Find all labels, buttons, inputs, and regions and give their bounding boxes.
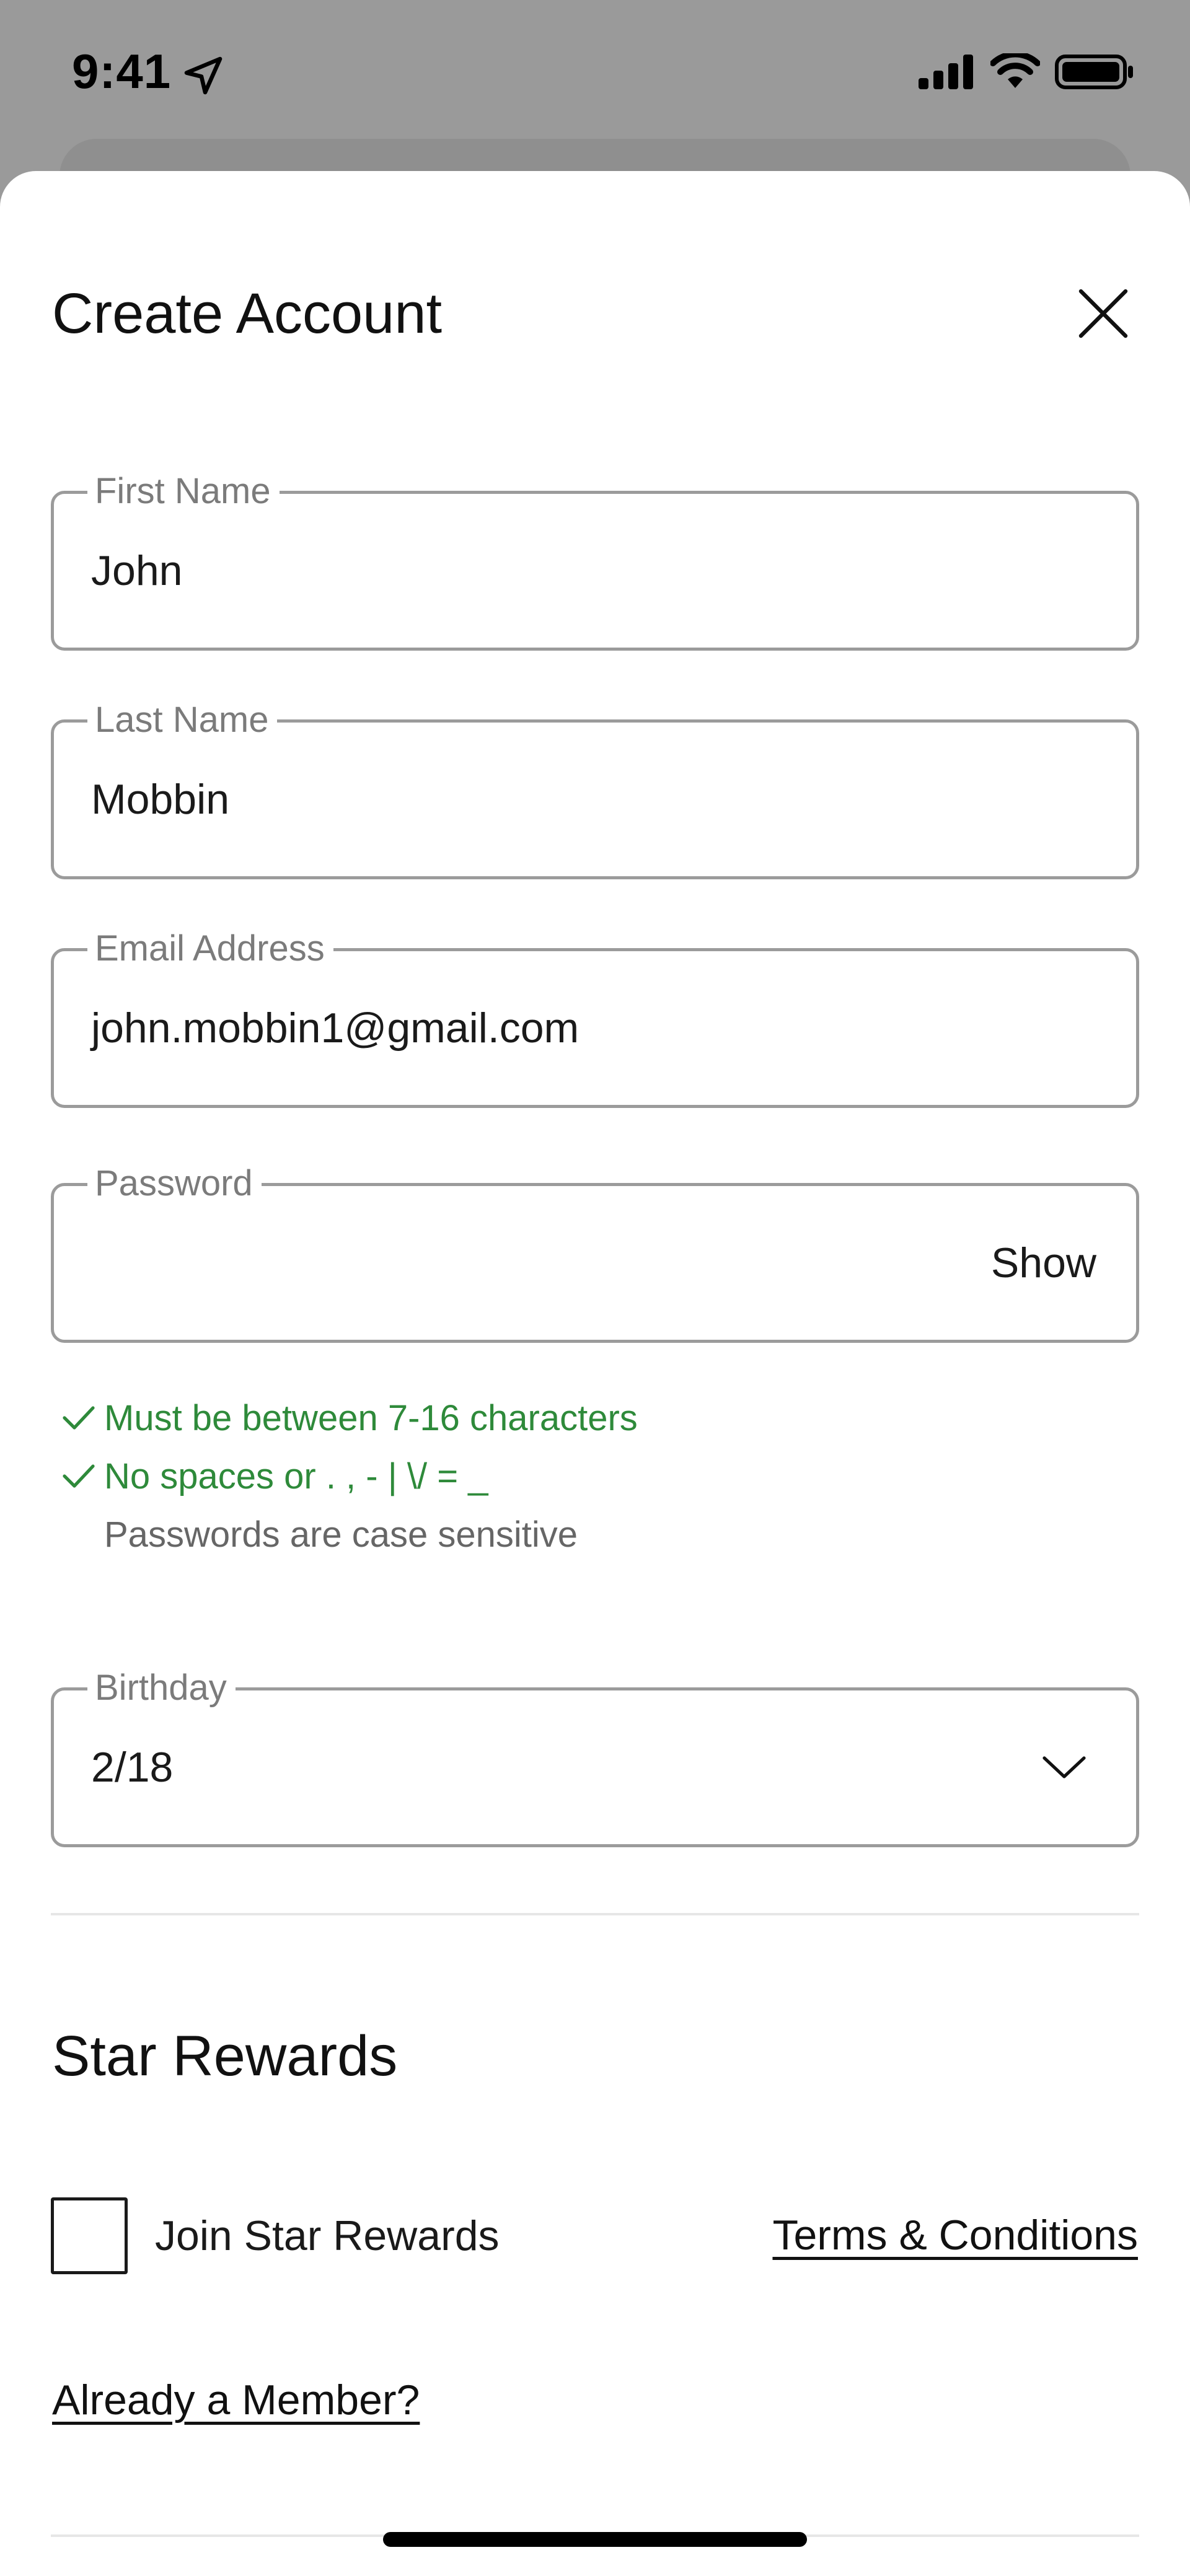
password-rule: Must be between 7-16 characters bbox=[62, 1389, 638, 1447]
status-icons bbox=[919, 53, 1134, 90]
already-member-link[interactable]: Already a Member? bbox=[52, 2376, 420, 2424]
email-field[interactable]: Email Address john.mobbin1@gmail.com bbox=[51, 926, 1139, 1108]
chevron-down-icon[interactable] bbox=[1042, 1690, 1086, 1844]
password-field[interactable]: Password Show bbox=[51, 1161, 1139, 1343]
password-note: Passwords are case sensitive bbox=[62, 1505, 638, 1563]
cellular-signal-icon bbox=[919, 55, 973, 89]
check-icon bbox=[62, 1404, 104, 1431]
password-rule-text: No spaces or . , - | \/ = _ bbox=[104, 1456, 488, 1497]
page-title: Create Account bbox=[52, 282, 443, 345]
join-rewards-checkbox[interactable] bbox=[51, 2197, 128, 2274]
join-rewards-row[interactable]: Join Star Rewards bbox=[51, 2197, 500, 2274]
password-rules: Must be between 7-16 characters No space… bbox=[62, 1389, 638, 1563]
status-time: 9:41 bbox=[72, 44, 172, 99]
check-icon bbox=[62, 1462, 104, 1490]
first-name-value: John bbox=[91, 547, 183, 594]
close-icon bbox=[1078, 289, 1128, 338]
status-bar: 9:41 bbox=[0, 0, 1190, 143]
email-value: john.mobbin1@gmail.com bbox=[91, 1004, 580, 1052]
battery-icon bbox=[1055, 55, 1133, 89]
join-rewards-label: Join Star Rewards bbox=[155, 2212, 500, 2259]
wifi-icon bbox=[990, 53, 1040, 88]
location-arrow-icon bbox=[184, 56, 223, 95]
first-name-field[interactable]: First Name John bbox=[51, 469, 1139, 651]
last-name-field[interactable]: Last Name Mobbin bbox=[51, 698, 1139, 879]
show-password-button[interactable]: Show bbox=[991, 1186, 1096, 1340]
create-account-sheet: Create Account First Name John Last Name… bbox=[0, 171, 1190, 2576]
terms-conditions-link[interactable]: Terms & Conditions bbox=[772, 2211, 1138, 2259]
password-label: Password bbox=[87, 1161, 262, 1206]
birthday-field[interactable]: Birthday 2/18 bbox=[51, 1666, 1139, 1847]
star-rewards-title: Star Rewards bbox=[52, 2024, 398, 2088]
section-divider bbox=[51, 1913, 1139, 1915]
birthday-value: 2/18 bbox=[91, 1744, 174, 1791]
password-note-text: Passwords are case sensitive bbox=[104, 1514, 578, 1555]
home-indicator bbox=[383, 2532, 807, 2547]
password-rule: No spaces or . , - | \/ = _ bbox=[62, 1447, 638, 1505]
close-button[interactable] bbox=[1066, 276, 1140, 351]
last-name-value: Mobbin bbox=[91, 776, 230, 823]
password-rule-text: Must be between 7-16 characters bbox=[104, 1397, 638, 1438]
